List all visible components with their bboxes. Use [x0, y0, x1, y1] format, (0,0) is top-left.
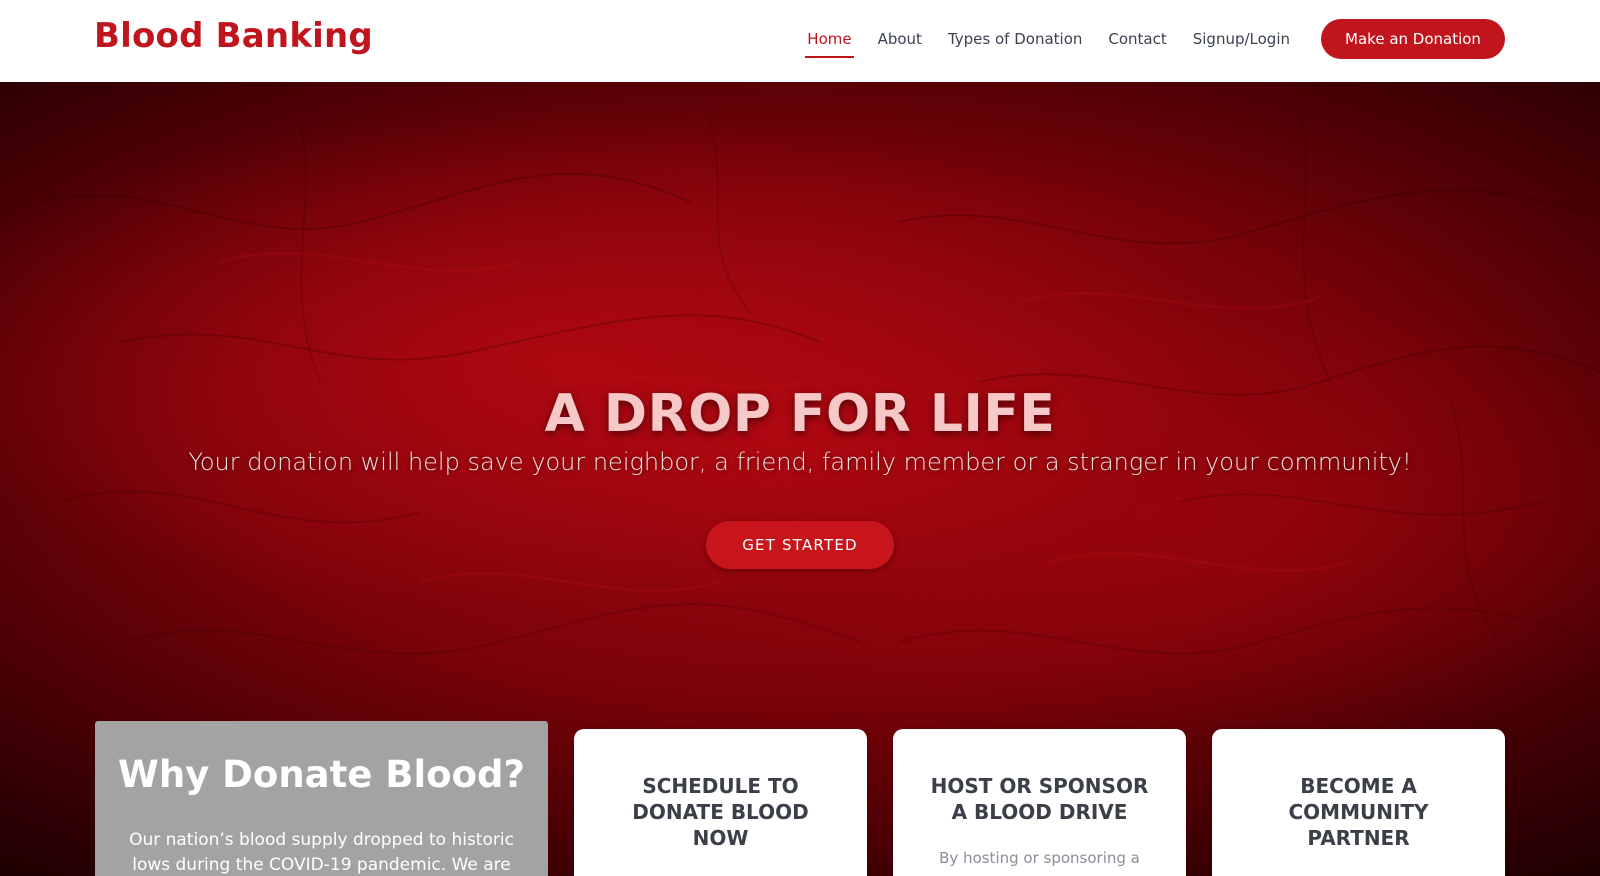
card-title: HOST OR SPONSOR A BLOOD DRIVE	[930, 774, 1149, 824]
why-donate-panel: Why Donate Blood? Our nation’s blood sup…	[95, 721, 548, 876]
card-community-partner[interactable]: BECOME A COMMUNITY PARTNER	[1212, 729, 1505, 876]
nav-signup-login[interactable]: Signup/Login	[1193, 20, 1290, 58]
nav-contact[interactable]: Contact	[1108, 20, 1166, 58]
nav-home[interactable]: Home	[805, 20, 854, 58]
card-text: By hosting or sponsoring a	[939, 849, 1140, 867]
hero-subtitle: Your donation will help save your neighb…	[188, 448, 1412, 476]
site-logo[interactable]: Blood Banking	[94, 16, 373, 56]
card-title: BECOME A COMMUNITY PARTNER	[1288, 774, 1429, 850]
get-started-button[interactable]: GET STARTED	[706, 521, 894, 569]
card-title: SCHEDULE TO DONATE BLOOD NOW	[632, 774, 809, 850]
nav-types-of-donation[interactable]: Types of Donation	[948, 20, 1082, 58]
why-donate-title: Why Donate Blood?	[118, 753, 525, 796]
card-schedule-donation[interactable]: SCHEDULE TO DONATE BLOOD NOW	[574, 729, 867, 876]
hero-title: A DROP FOR LIFE	[544, 384, 1056, 444]
make-donation-button[interactable]: Make an Donation	[1321, 19, 1505, 59]
main-nav: Home About Types of Donation Contact Sig…	[805, 0, 1290, 78]
card-host-blood-drive[interactable]: HOST OR SPONSOR A BLOOD DRIVE By hosting…	[893, 729, 1186, 876]
site-header: Blood Banking Home About Types of Donati…	[0, 0, 1600, 82]
why-donate-text: Our nation’s blood supply dropped to his…	[129, 830, 514, 875]
nav-about[interactable]: About	[878, 20, 922, 58]
